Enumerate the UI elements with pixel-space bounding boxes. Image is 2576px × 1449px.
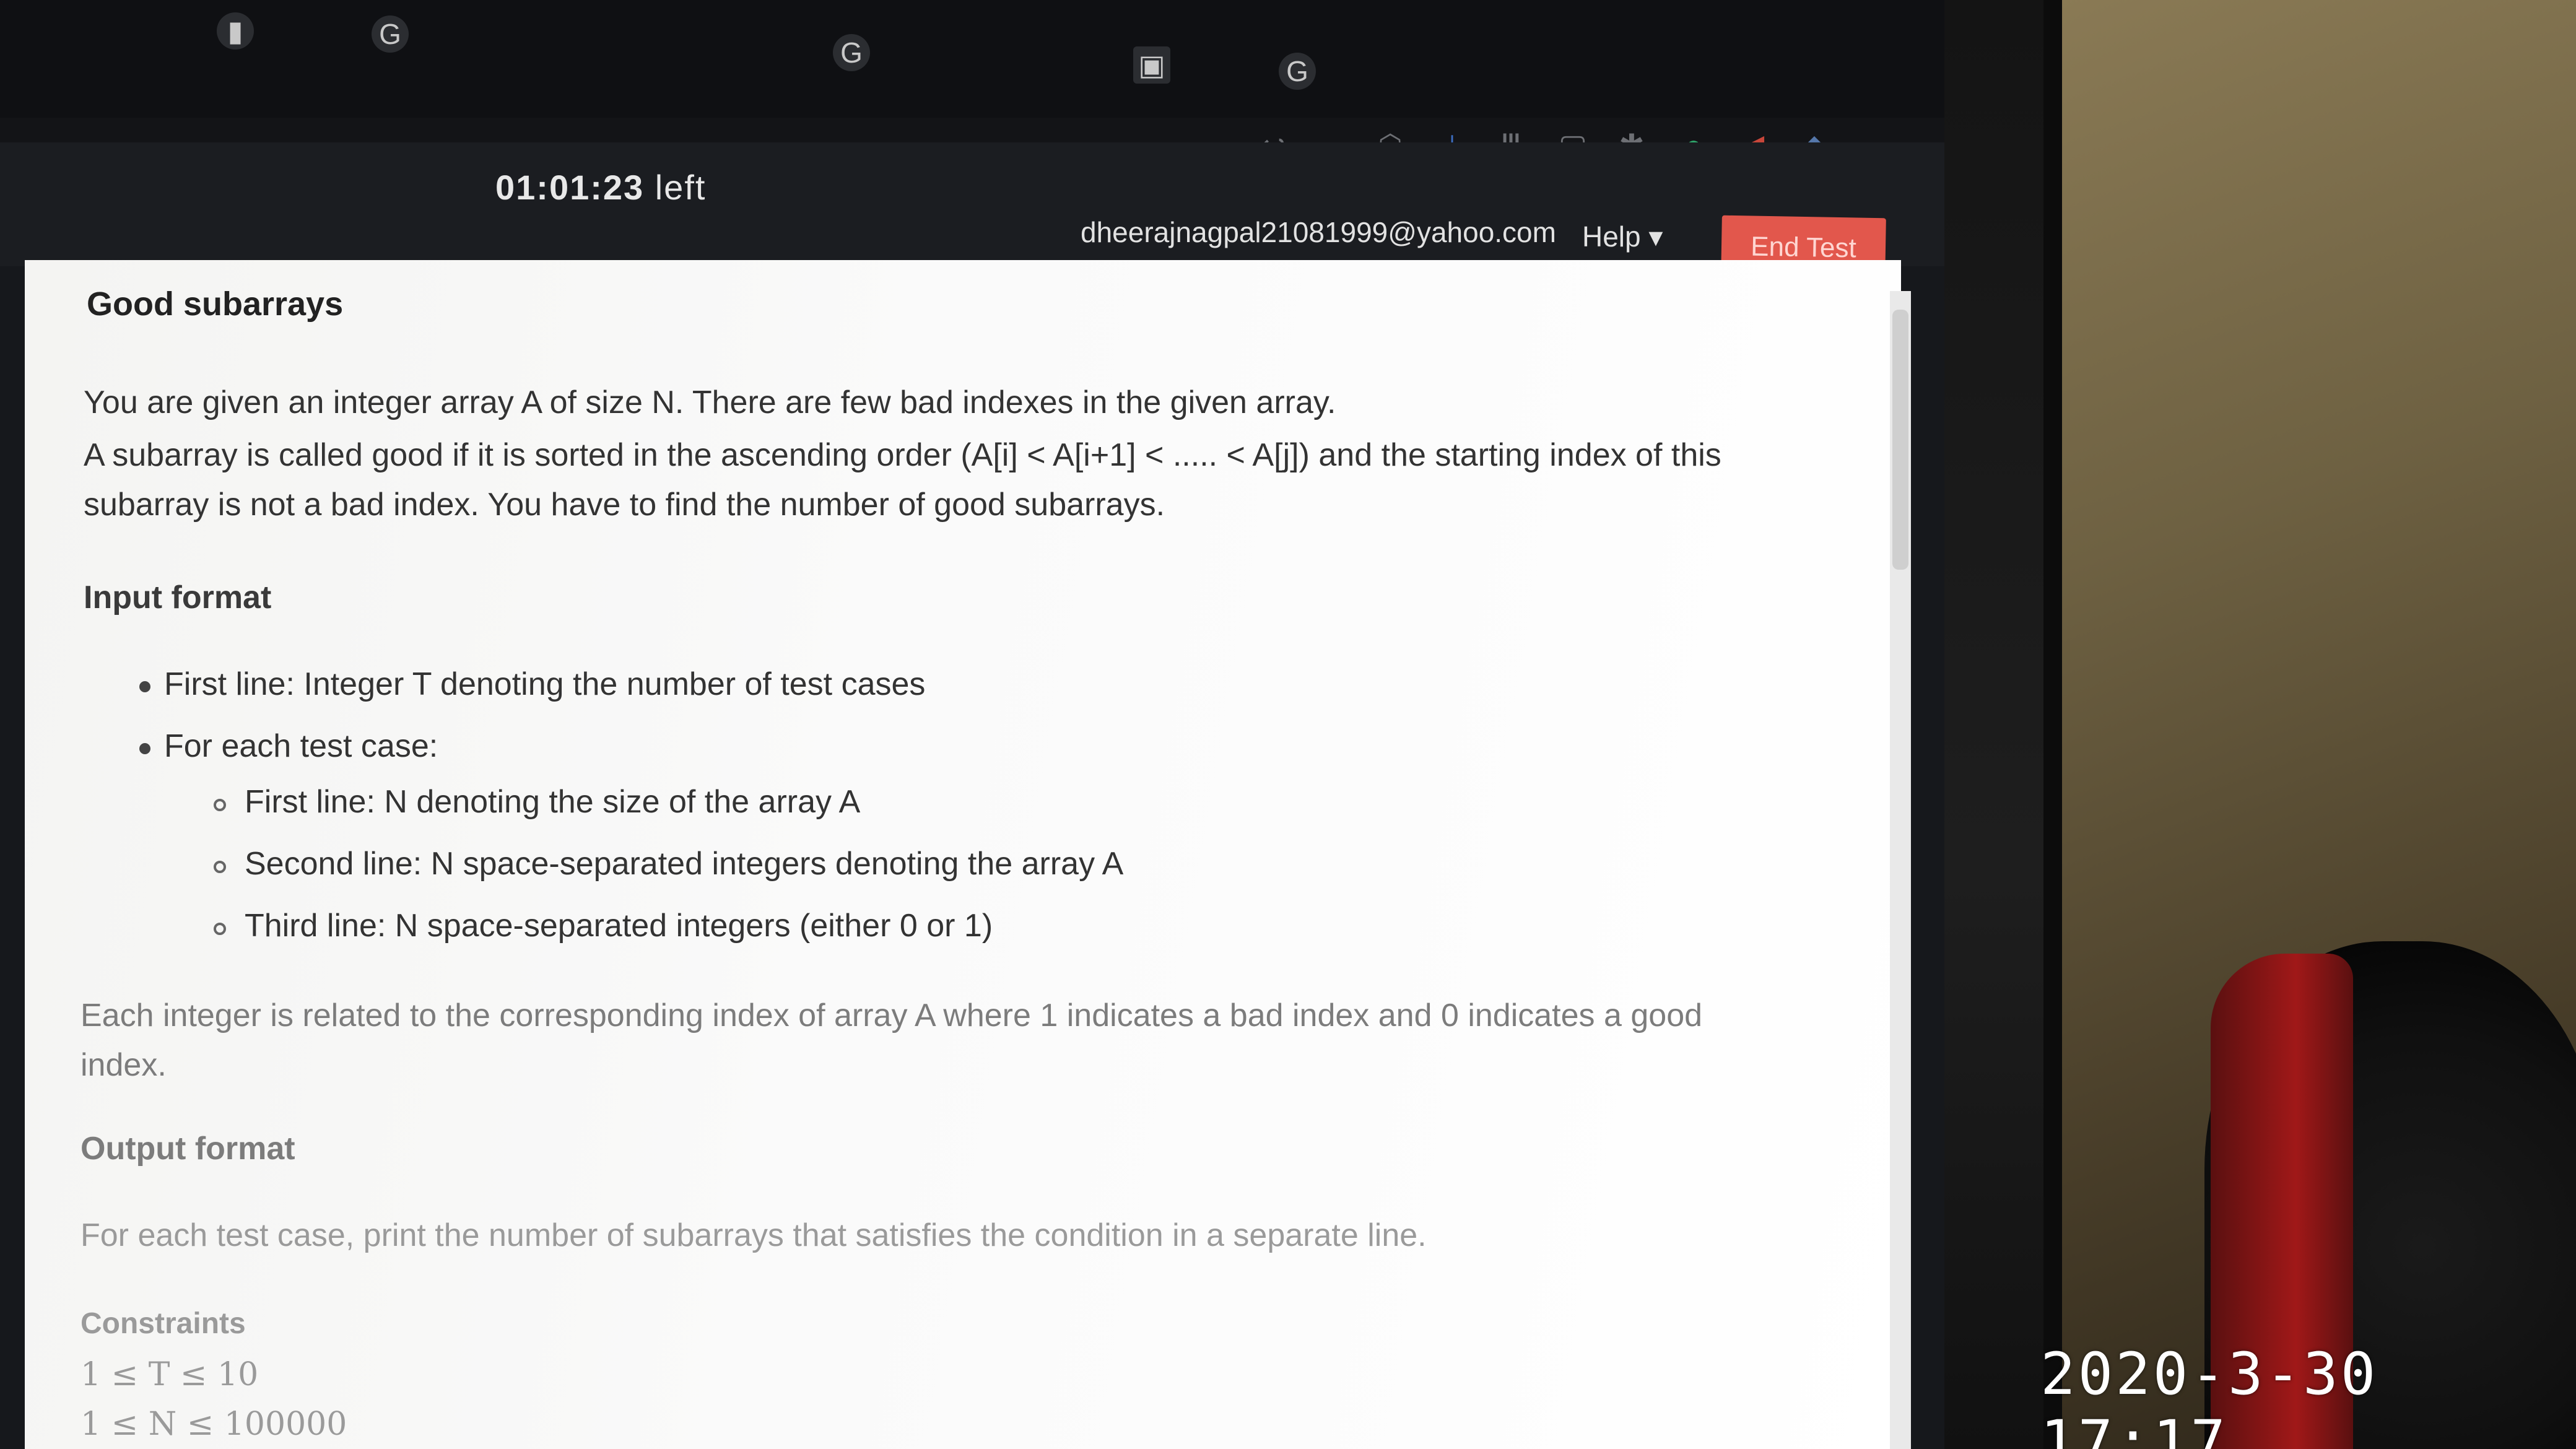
ddg-icon[interactable]: ▣ (1133, 46, 1170, 84)
timer-suffix: left (655, 168, 707, 207)
help-menu[interactable]: Help ▾ (1582, 220, 1663, 253)
problem-panel: Good subarrays You are given an integer … (25, 260, 1901, 1449)
input-sub-bullet: First line: N denoting the size of the a… (245, 784, 861, 820)
scrollbar-thumb[interactable] (1892, 310, 1908, 570)
problem-title: Good subarrays (87, 285, 344, 323)
user-email: dheerajnagpal21081999@yahoo.com (1081, 216, 1556, 248)
google-icon[interactable]: G (1279, 53, 1316, 90)
timer-value: 01:01:23 (495, 168, 645, 207)
photo-timestamp: 2020-3-30 17:17 (2040, 1341, 2378, 1449)
output-text: For each test case, print the number of … (80, 1217, 1427, 1253)
input-sub-bullet: Second line: N space-separated integers … (245, 846, 1124, 882)
statement-line: subarray is not a bad index. You have to… (84, 487, 1165, 523)
constraint-line: 1 ≤ N ≤ 100000 (80, 1406, 347, 1443)
input-sub-bullet: Third line: N space-separated integers (… (245, 908, 993, 944)
constraints-heading: Constraints (80, 1307, 246, 1340)
note-line: index. (80, 1047, 167, 1083)
statement-line: You are given an integer array A of size… (84, 385, 1336, 420)
constraint-line: 1 ≤ T ≤ 10 (80, 1356, 259, 1393)
google-icon[interactable]: G (372, 15, 409, 53)
bullet-dot (139, 743, 150, 754)
input-format-heading: Input format (84, 580, 272, 616)
timer: 01:01:23 left (495, 167, 706, 207)
tab-favicon-icon[interactable]: ▮ (217, 12, 254, 50)
note-line: Each integer is related to the correspon… (80, 998, 1703, 1033)
input-bullet: For each test case: (164, 728, 438, 764)
sub-bullet-circle (214, 861, 226, 873)
input-bullet: First line: Integer T denoting the numbe… (164, 666, 926, 702)
sub-bullet-circle (214, 799, 226, 811)
sub-bullet-circle (214, 923, 226, 935)
google-icon[interactable]: G (833, 34, 870, 71)
statement-line: A subarray is called good if it is sorte… (84, 437, 1721, 473)
bullet-dot (139, 681, 150, 692)
output-format-heading: Output format (80, 1131, 295, 1167)
browser-tabstrip (0, 0, 1944, 118)
